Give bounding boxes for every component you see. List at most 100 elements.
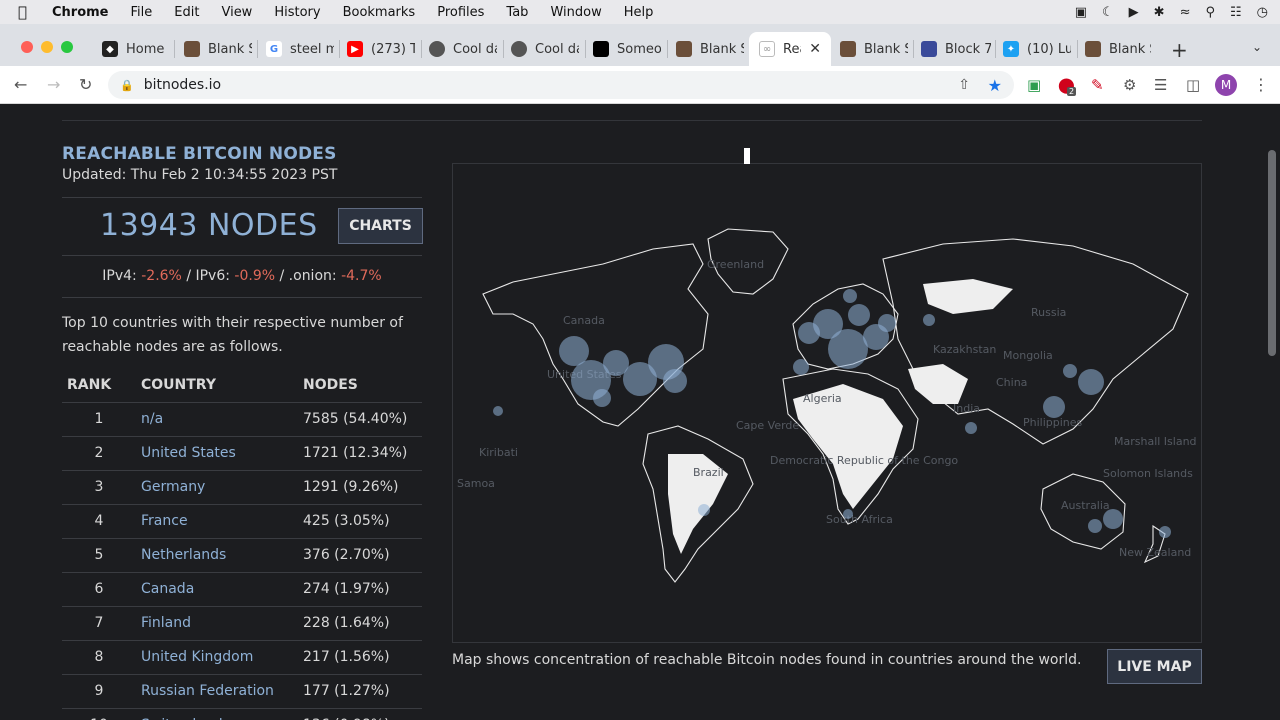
map-label-russia: Russia	[1031, 306, 1067, 319]
tab-blank-2[interactable]: Blank S	[676, 32, 744, 66]
map-label-kiribati: Kiribati	[479, 446, 518, 459]
window-controls	[21, 41, 73, 53]
tab-title: Blank S	[864, 41, 908, 57]
nodes-cell: 217 (1.56%)	[298, 640, 422, 675]
node-count: 13943 NODES	[100, 208, 318, 243]
new-tab-button[interactable]: +	[1171, 38, 1188, 62]
country-link[interactable]: Switzerland	[136, 708, 298, 720]
tab-block[interactable]: Block 7	[921, 32, 991, 66]
rank-cell: 10	[62, 708, 136, 720]
back-button[interactable]: ←	[14, 75, 27, 94]
close-tab-icon[interactable]: ✕	[809, 41, 821, 57]
country-link[interactable]: United States	[136, 436, 298, 471]
apple-icon[interactable]: 	[18, 3, 38, 21]
country-link[interactable]: Canada	[136, 572, 298, 607]
rank-cell: 9	[62, 674, 136, 709]
ipv4-change: -2.6%	[141, 268, 182, 284]
charts-button[interactable]: CHARTS	[338, 208, 423, 244]
clock-icon[interactable]: ◷	[1257, 5, 1268, 20]
profile-avatar[interactable]: M	[1215, 74, 1237, 96]
moon-icon[interactable]: ☾	[1102, 5, 1114, 20]
forward-button[interactable]: →	[47, 75, 60, 94]
url-text[interactable]: bitnodes.io	[144, 77, 221, 93]
puzzle-extensions-icon[interactable]: ⚙	[1123, 76, 1136, 94]
page-scrollbar[interactable]	[1264, 104, 1280, 720]
tab-twitter[interactable]: ✦ (10) Lu	[1003, 32, 1071, 66]
close-window-button[interactable]	[21, 41, 33, 53]
tab-blank-4[interactable]: Blank S	[1085, 32, 1151, 66]
media-queue-icon[interactable]: ☰	[1154, 76, 1167, 94]
country-link[interactable]: Finland	[136, 606, 298, 641]
tab-youtube[interactable]: ▶ (273) T	[347, 32, 415, 66]
avatar-icon	[511, 41, 527, 57]
tab-home[interactable]: ◆ Home -	[102, 32, 166, 66]
menu-view[interactable]: View	[221, 5, 252, 20]
menu-file[interactable]: File	[131, 5, 153, 20]
country-link[interactable]: France	[136, 504, 298, 539]
tab-blank-3[interactable]: Blank S	[840, 32, 908, 66]
tab-title: Cool da	[453, 41, 497, 57]
country-link[interactable]: Russian Federation	[136, 674, 298, 709]
share-icon[interactable]: ⇧	[958, 77, 970, 93]
menu-tab[interactable]: Tab	[506, 5, 528, 20]
zoom-window-button[interactable]	[61, 41, 73, 53]
menu-profiles[interactable]: Profiles	[437, 5, 484, 20]
bookmark-star-icon[interactable]: ★	[988, 76, 1002, 95]
country-link[interactable]: n/a	[136, 402, 298, 437]
tab-blank-1[interactable]: Blank S	[184, 32, 252, 66]
tab-someone[interactable]: Someo	[593, 32, 661, 66]
map-label-samoa: Samoa	[457, 477, 495, 490]
menu-help[interactable]: Help	[624, 5, 654, 20]
pen-icon[interactable]: ✎	[1091, 76, 1104, 94]
menu-bookmarks[interactable]: Bookmarks	[343, 5, 416, 20]
omnibox[interactable]: 🔒 bitnodes.io ⇧ ★	[108, 71, 1014, 99]
tab-cool-2[interactable]: Cool da	[511, 32, 579, 66]
node-bubble	[698, 504, 710, 516]
rank-cell: 2	[62, 436, 136, 471]
country-link[interactable]: Germany	[136, 470, 298, 505]
tab-bitnodes-active[interactable]: ∞ Rea ✕	[749, 32, 831, 66]
scrollbar-thumb[interactable]	[1268, 150, 1276, 356]
table-row: 7 Finland 228 (1.64%)	[62, 606, 422, 641]
country-link[interactable]: United Kingdom	[136, 640, 298, 675]
country-link[interactable]: Netherlands	[136, 538, 298, 573]
tab-title: Someo	[617, 41, 661, 57]
menu-window[interactable]: Window	[550, 5, 601, 20]
map-label-china: China	[996, 376, 1028, 389]
map-label-cape-verde: Cape Verde	[736, 419, 800, 432]
node-bubble	[828, 329, 868, 369]
nodes-cell: 177 (1.27%)	[298, 674, 422, 709]
minimize-window-button[interactable]	[41, 41, 53, 53]
spotlight-search-icon[interactable]: ⚲	[1205, 5, 1215, 20]
menu-app[interactable]: Chrome	[52, 5, 109, 20]
live-map-button[interactable]: LIVE MAP	[1107, 649, 1202, 684]
rank-cell: 1	[62, 402, 136, 437]
menu-history[interactable]: History	[274, 5, 320, 20]
camera-icon[interactable]: ▣	[1075, 5, 1087, 20]
side-panel-icon[interactable]: ◫	[1186, 76, 1200, 94]
nodes-cell: 1721 (12.34%)	[298, 436, 422, 471]
menu-edit[interactable]: Edit	[174, 5, 199, 20]
lock-icon[interactable]: 🔒	[120, 79, 134, 92]
wifi-icon[interactable]: ≈	[1180, 5, 1191, 20]
bluetooth-icon[interactable]: ✱	[1154, 5, 1165, 20]
map-label-marshall-island: Marshall Island	[1114, 435, 1197, 448]
tab-cool-1[interactable]: Cool da	[429, 32, 497, 66]
play-icon[interactable]: ▶	[1129, 5, 1139, 20]
ipv6-change: -0.9%	[234, 268, 276, 284]
table-header-row: RANK COUNTRY NODES	[62, 368, 422, 403]
node-bubble	[843, 289, 857, 303]
tab-title: Home -	[126, 41, 166, 57]
extension-green-icon[interactable]: ▣	[1027, 76, 1041, 94]
tab-search-chevron-icon[interactable]: ⌄	[1252, 40, 1262, 54]
table-row: 1 n/a 7585 (54.40%)	[62, 402, 422, 437]
world-node-map[interactable]: Greenland Canada Russia Kazakhstan Mongo…	[452, 163, 1202, 643]
page-icon	[921, 41, 937, 57]
tab-google[interactable]: G steel m	[266, 32, 334, 66]
chrome-menu-icon[interactable]: ⋮	[1253, 75, 1269, 94]
nodes-cell: 376 (2.70%)	[298, 538, 422, 573]
countries-table: RANK COUNTRY NODES 1 n/a 7585 (54.40%) 2 Uni…	[62, 368, 422, 720]
tab-title: Blank S	[208, 41, 252, 57]
reload-button[interactable]: ↻	[79, 75, 92, 94]
control-center-icon[interactable]: ☷	[1230, 5, 1242, 20]
